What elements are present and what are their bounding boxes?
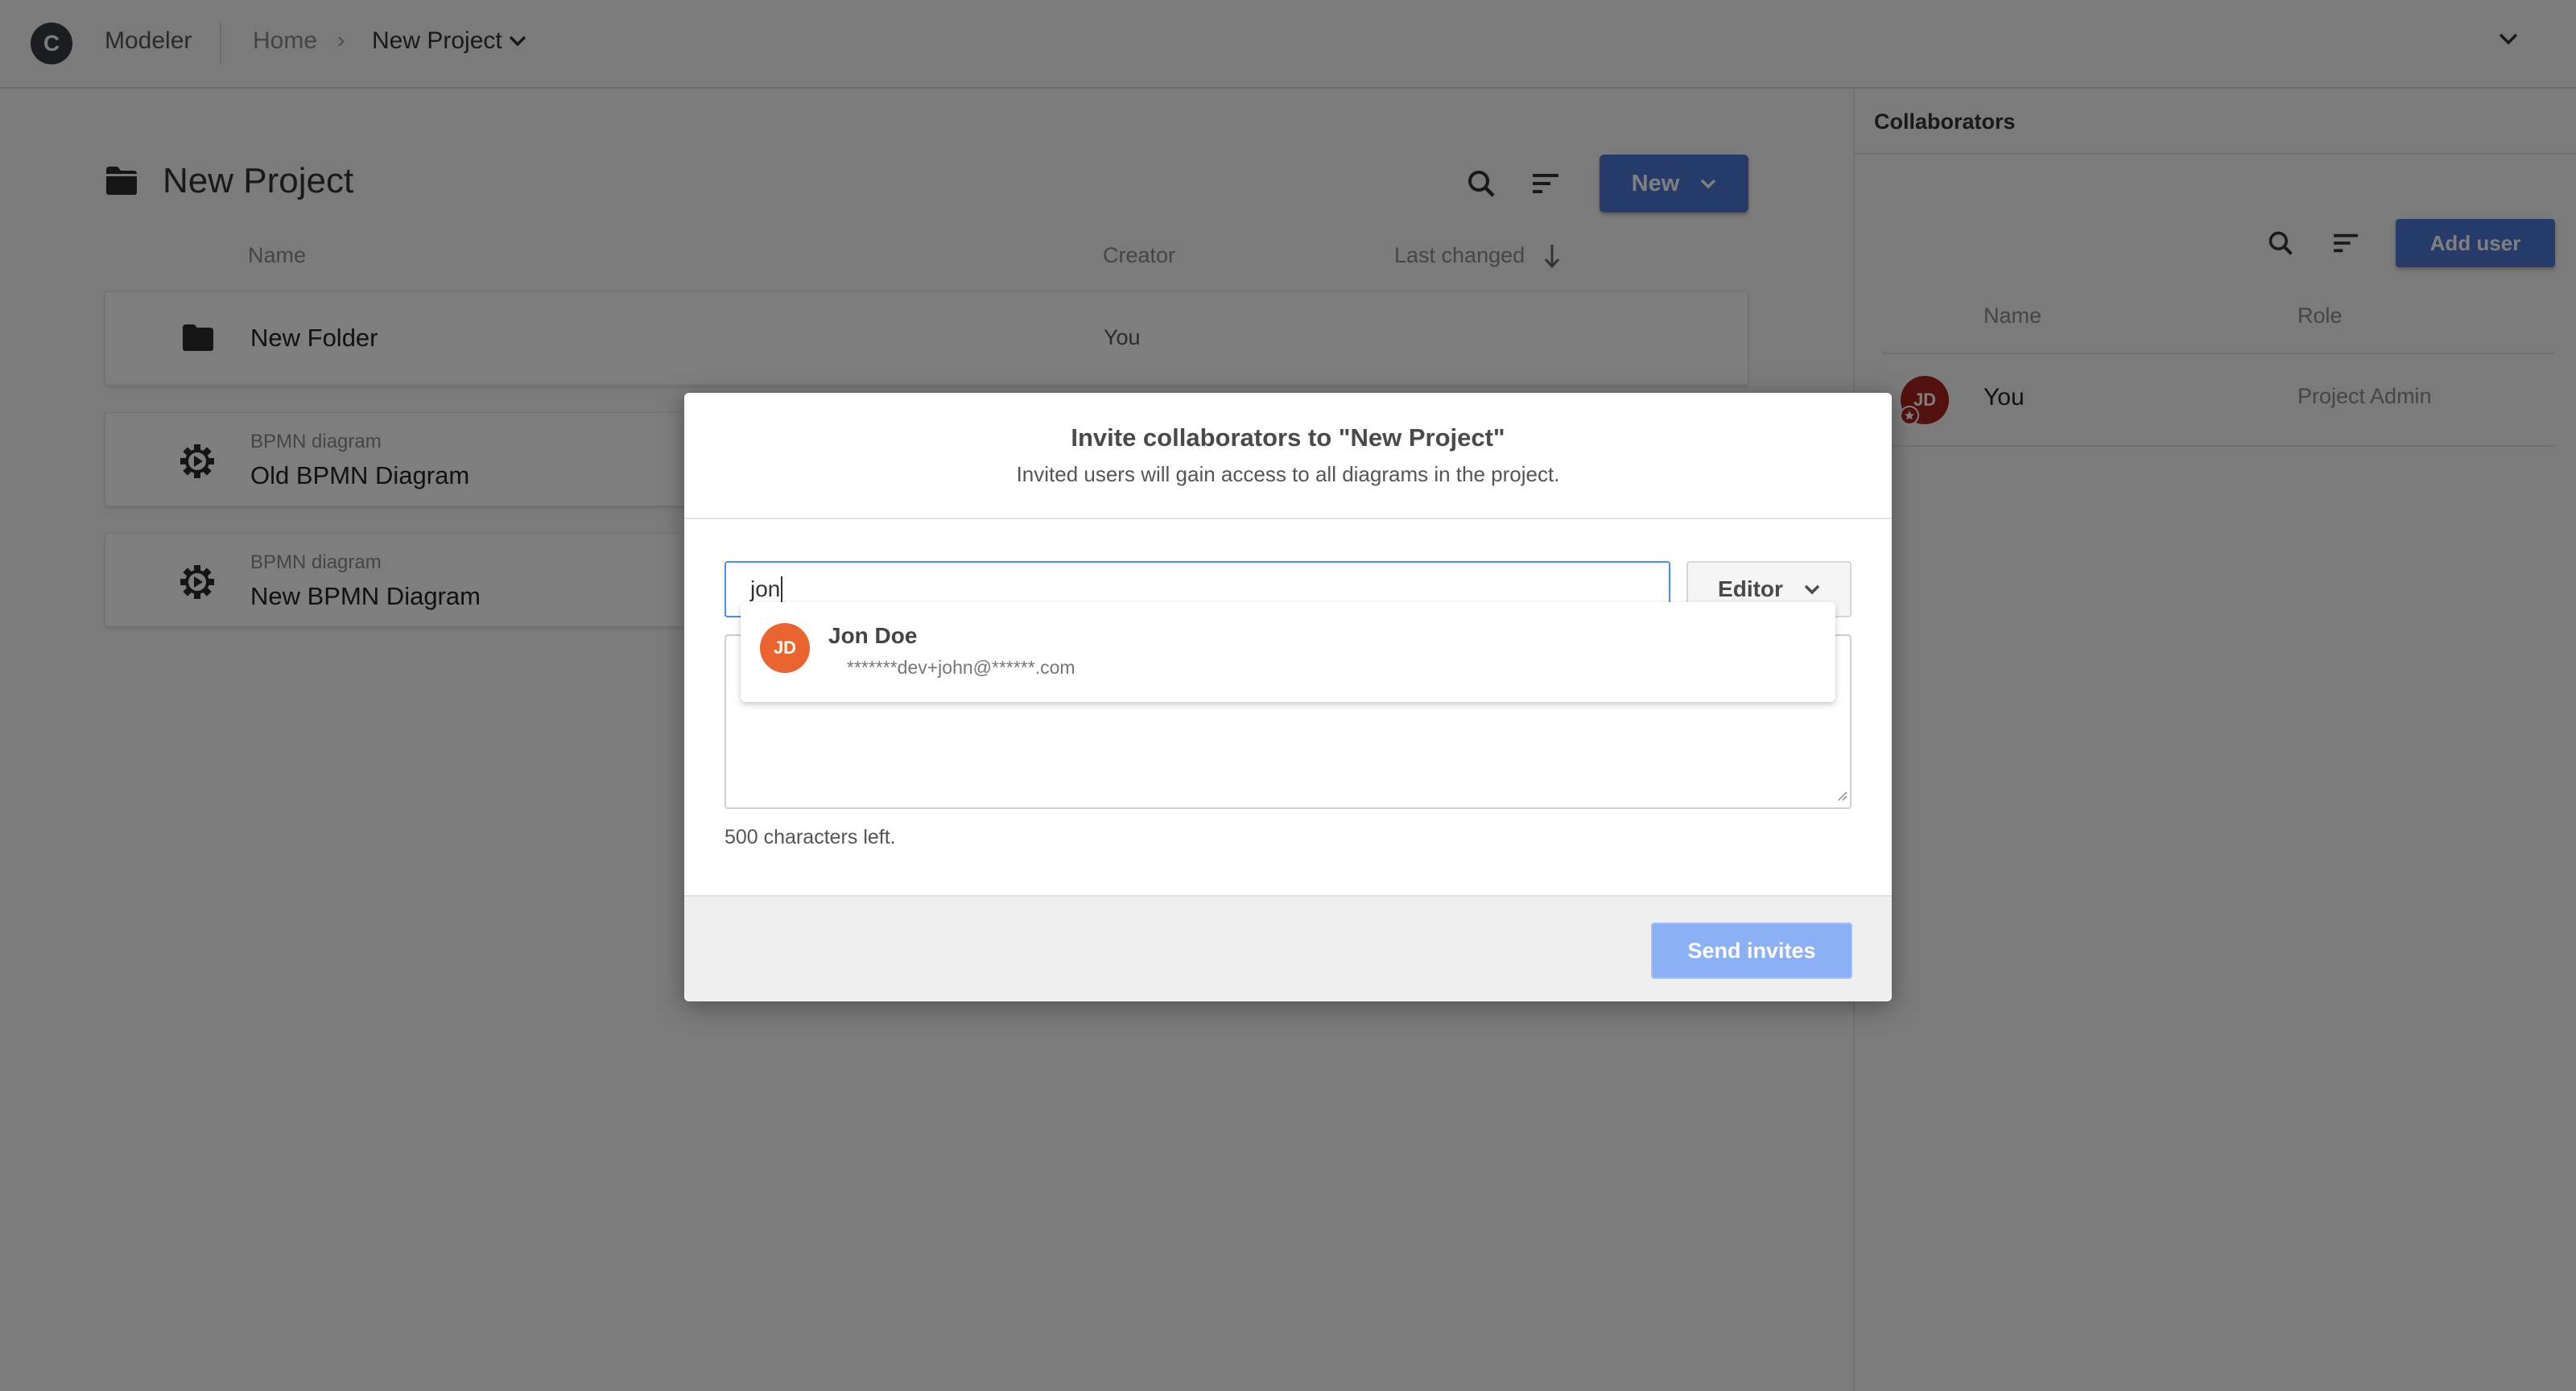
role-select-value: Editor xyxy=(1718,576,1783,601)
dialog-title: Invite collaborators to "New Project" xyxy=(1071,423,1505,452)
dialog-header: Invite collaborators to "New Project" In… xyxy=(684,393,1892,519)
dialog-footer: Send invites xyxy=(684,895,1892,1001)
send-invites-button[interactable]: Send invites xyxy=(1651,923,1852,979)
suggestion-email: *******dev+john@******.com xyxy=(847,657,1075,678)
invite-email-value: jon xyxy=(750,576,781,601)
chevron-down-icon xyxy=(1804,584,1820,594)
text-caret xyxy=(781,576,783,602)
avatar: JD xyxy=(760,623,810,673)
characters-left-counter: 500 characters left. xyxy=(724,826,896,848)
dialog-subtitle: Invited users will gain access to all di… xyxy=(1016,462,1560,486)
suggestion-name: Jon Doe xyxy=(828,623,918,648)
user-suggestion-item[interactable]: JD Jon Doe *******dev+john@******.com xyxy=(741,602,1835,702)
invite-collaborators-dialog: Invite collaborators to "New Project" In… xyxy=(684,393,1892,1001)
resize-handle-icon[interactable] xyxy=(1835,789,1848,806)
